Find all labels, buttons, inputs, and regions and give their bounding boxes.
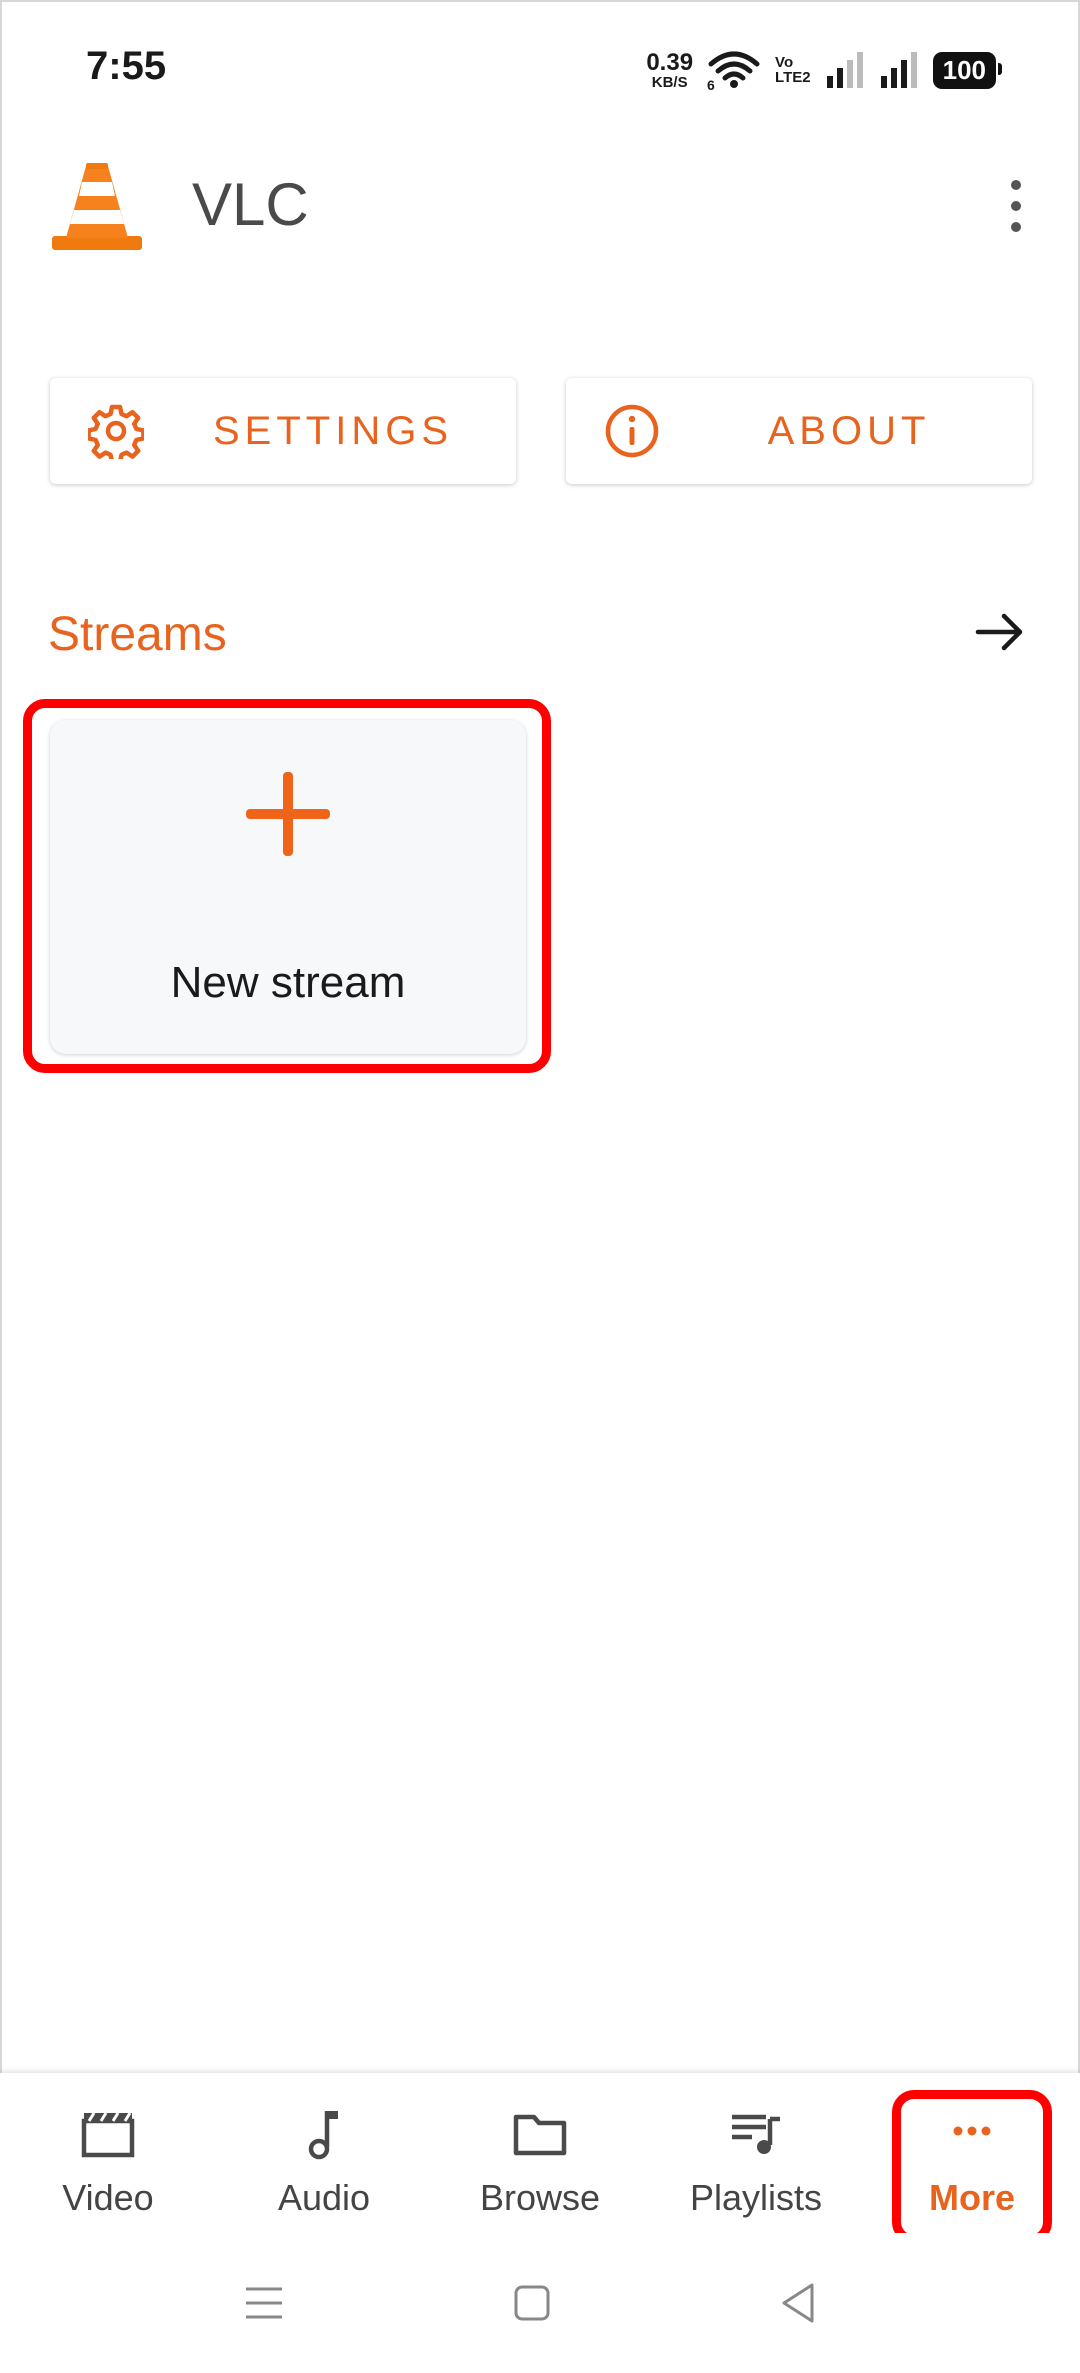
signal-icon-sim2 [880, 52, 917, 88]
volte-indicator: Vo LTE2 [775, 55, 811, 85]
vlc-cone-icon [52, 163, 142, 250]
network-speed: 0.39 KB/S [646, 48, 694, 91]
settings-label: SETTINGS [212, 408, 454, 453]
nav-label-audio: Audio [277, 2177, 371, 2218]
gear-icon [88, 404, 144, 459]
signal-icon-sim1 [826, 52, 863, 88]
home-icon[interactable] [502, 2273, 562, 2333]
nav-item-audio[interactable]: Audio [216, 2073, 432, 2233]
app-title: VLC [192, 171, 309, 238]
about-button[interactable]: ABOUT [566, 378, 1032, 484]
nav-item-playlists[interactable]: Playlists [648, 2073, 864, 2233]
streams-section-title: Streams [48, 608, 227, 661]
nav-item-video[interactable]: Video [0, 2073, 216, 2233]
playlist-icon [732, 2114, 780, 2154]
status-time: 7:55 [86, 44, 167, 88]
settings-button[interactable]: SETTINGS [50, 378, 516, 484]
arrow-right-icon[interactable] [972, 604, 1028, 660]
info-icon [605, 404, 659, 458]
nav-label-browse: Browse [479, 2177, 601, 2218]
music-note-icon [308, 2111, 338, 2160]
more-highlight [892, 2090, 1052, 2244]
nav-label-playlists: Playlists [689, 2177, 823, 2218]
about-label: ABOUT [767, 408, 931, 453]
status-icons: 0.39 KB/S 6 Vo LTE2 100 [646, 48, 1003, 92]
volte-top: Vo [775, 54, 794, 71]
back-icon[interactable] [768, 2273, 828, 2333]
app-bar: VLC [0, 140, 1080, 270]
nav-label-video: Video [62, 2177, 154, 2218]
overflow-menu-icon[interactable] [996, 176, 1036, 236]
system-navigation-bar [0, 2233, 1080, 2373]
video-clapper-icon [81, 2112, 135, 2158]
network-speed-unit: KB/S [651, 73, 688, 91]
screen-frame [0, 0, 1080, 2373]
recents-menu-icon[interactable] [234, 2273, 294, 2333]
svg-text:6: 6 [707, 77, 715, 90]
battery-indicator: 100 [932, 51, 1003, 89]
network-speed-value: 0.39 [646, 48, 694, 76]
status-bar: 7:55 0.39 KB/S 6 Vo LTE2 100 [0, 0, 1080, 140]
nav-item-browse[interactable]: Browse [432, 2073, 648, 2233]
wifi-icon: 6 [707, 51, 760, 90]
folder-icon [513, 2114, 567, 2156]
volte-bottom: LTE2 [775, 69, 811, 86]
new-stream-highlight [23, 699, 551, 1073]
